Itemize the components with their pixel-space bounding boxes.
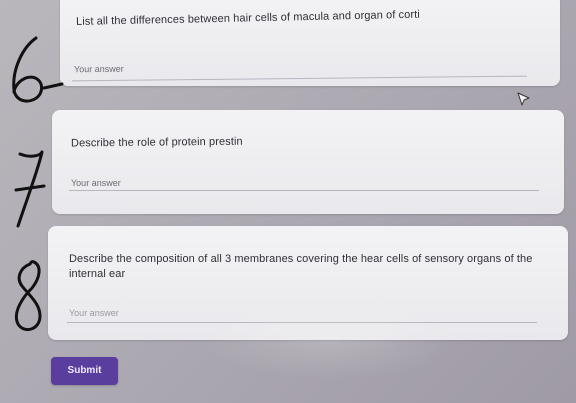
answer-underline bbox=[67, 322, 537, 323]
handwritten-dash bbox=[42, 82, 64, 90]
answer-underline bbox=[72, 75, 527, 82]
answer-field[interactable]: Your answer bbox=[74, 64, 124, 75]
answer-field[interactable]: Your answer bbox=[69, 308, 119, 318]
handwritten-eight bbox=[15, 260, 42, 332]
question-text: Describe the composition of all 3 membra… bbox=[69, 253, 533, 280]
handwritten-seven bbox=[16, 150, 44, 228]
question-card-7: Describe the role of protein prestin You… bbox=[52, 110, 564, 214]
question-text: Describe the role of protein prestin bbox=[70, 135, 243, 150]
question-card-6: List all the differences between hair ce… bbox=[60, 0, 560, 86]
mouse-pointer-icon bbox=[517, 92, 530, 106]
form-page: List all the differences between hair ce… bbox=[0, 0, 576, 403]
question-text: List all the differences between hair ce… bbox=[75, 8, 421, 28]
answer-underline bbox=[69, 190, 539, 191]
answer-field[interactable]: Your answer bbox=[71, 178, 121, 188]
question-card-8: Describe the composition of all 3 membra… bbox=[48, 226, 568, 340]
submit-button[interactable]: Submit bbox=[51, 357, 118, 385]
handwritten-seven-bar bbox=[14, 184, 46, 192]
handwritten-six bbox=[12, 36, 43, 103]
